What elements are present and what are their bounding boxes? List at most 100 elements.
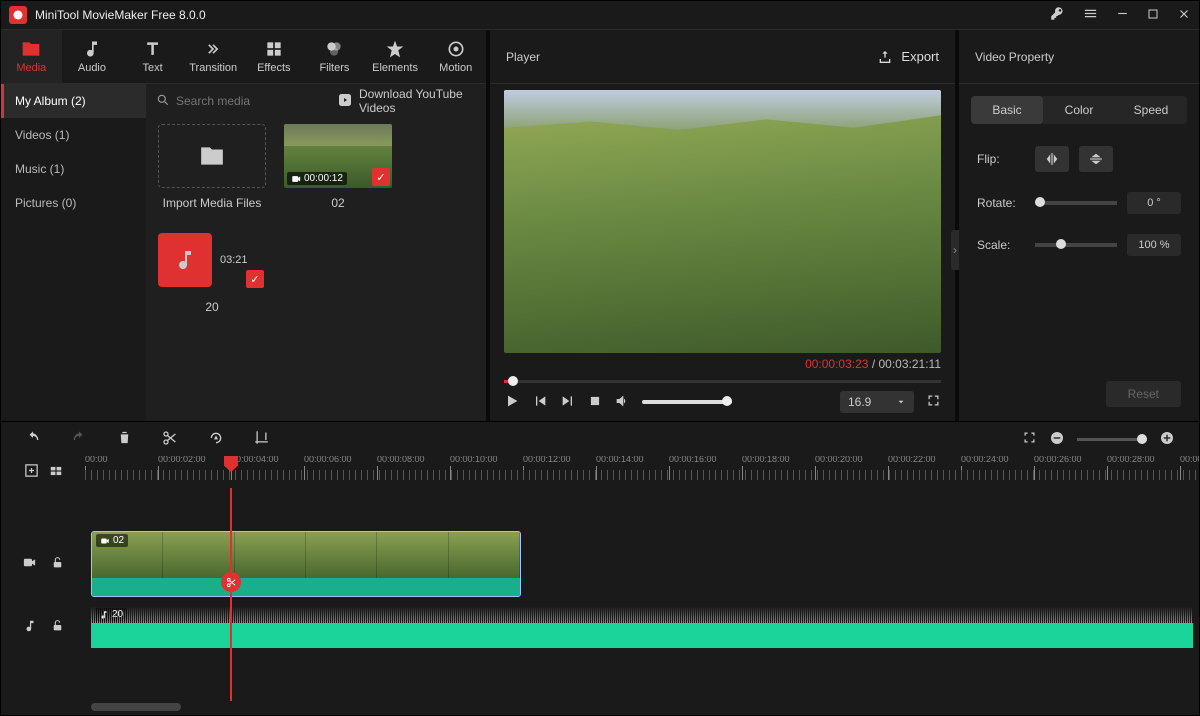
volume-icon[interactable] [614, 393, 630, 412]
prop-tab-basic[interactable]: Basic [971, 96, 1043, 124]
tab-audio[interactable]: Audio [62, 30, 123, 83]
menu-icon[interactable] [1083, 6, 1098, 24]
export-button[interactable]: Export [877, 49, 939, 65]
delete-icon[interactable] [117, 430, 132, 448]
album-videos[interactable]: Videos (1) [1, 118, 146, 152]
search-input[interactable] [176, 94, 331, 108]
flip-horizontal-button[interactable] [1035, 146, 1069, 172]
zoom-in-icon[interactable] [1159, 430, 1175, 449]
media-item-label: 02 [331, 196, 344, 210]
video-clip[interactable]: 02 [91, 531, 521, 597]
timeline-ruler[interactable]: 00:0000:00:02:0000:00:04:0000:00:06:0000… [85, 456, 1199, 488]
rotate-value[interactable]: 0 ° [1127, 192, 1181, 214]
lock-track-icon[interactable] [51, 619, 64, 635]
aspect-ratio-value: 16.9 [848, 395, 871, 409]
playhead[interactable] [230, 488, 232, 701]
tab-filters-label: Filters [319, 62, 349, 74]
stop-icon[interactable] [588, 394, 602, 411]
album-my-album[interactable]: My Album (2) [1, 84, 146, 118]
flip-vertical-button[interactable] [1079, 146, 1113, 172]
audio-thumb-icon [158, 233, 212, 287]
tab-transition-label: Transition [189, 62, 237, 74]
album-pictures[interactable]: Pictures (0) [1, 186, 146, 220]
video-track-icon [22, 555, 37, 573]
media-item-label: 20 [205, 300, 218, 314]
split-icon[interactable] [162, 430, 178, 449]
track-empty[interactable] [85, 488, 1199, 528]
scrub-bar[interactable] [504, 373, 941, 389]
export-label: Export [901, 49, 939, 64]
tab-motion[interactable]: Motion [425, 30, 486, 83]
clip-label: 02 [96, 534, 128, 547]
zoom-out-icon[interactable] [1049, 430, 1065, 449]
player-title: Player [506, 50, 877, 64]
video-preview[interactable] [504, 90, 941, 353]
time-total: 00:03:21:11 [878, 357, 941, 371]
tab-audio-label: Audio [78, 62, 106, 74]
media-item-used-icon: ✓ [372, 168, 390, 186]
album-list: My Album (2) Videos (1) Music (1) Pictur… [1, 84, 146, 421]
fullscreen-icon[interactable] [926, 393, 941, 411]
license-key-icon[interactable] [1050, 6, 1065, 24]
download-youtube-button[interactable]: Download YouTube Videos [337, 87, 476, 115]
zoom-fit-icon[interactable] [1022, 430, 1037, 448]
prev-frame-icon[interactable] [532, 393, 548, 412]
split-at-playhead-icon[interactable] [221, 572, 241, 592]
media-grid: Import Media Files 00:00:12 ✓ 02 [146, 118, 486, 421]
redo-icon[interactable] [71, 430, 87, 449]
lock-track-icon[interactable] [51, 556, 64, 572]
timeline-scrollbar[interactable] [91, 703, 181, 711]
scale-value[interactable]: 100 % [1127, 234, 1181, 256]
prop-tab-speed[interactable]: Speed [1115, 96, 1187, 124]
tab-effects-label: Effects [257, 62, 290, 74]
chevron-down-icon [896, 397, 906, 407]
add-track-icon[interactable] [24, 463, 39, 481]
tab-effects[interactable]: Effects [244, 30, 305, 83]
tab-text[interactable]: Text [122, 30, 183, 83]
scale-label: Scale: [977, 238, 1025, 252]
titlebar: MiniTool MovieMaker Free 8.0.0 [1, 1, 1199, 29]
import-media-label: Import Media Files [163, 196, 262, 210]
tab-transition[interactable]: Transition [183, 30, 244, 83]
tab-media-label: Media [16, 62, 46, 74]
next-frame-icon[interactable] [560, 393, 576, 412]
media-item-duration: 00:00:12 [287, 172, 347, 185]
media-item-duration: 03:21 [220, 254, 248, 266]
scale-slider[interactable] [1035, 243, 1117, 247]
track-manager-icon[interactable] [49, 464, 63, 481]
media-item-used-icon: ✓ [246, 270, 264, 288]
play-icon[interactable] [504, 393, 520, 412]
tab-text-label: Text [142, 62, 162, 74]
close-icon[interactable] [1177, 7, 1191, 24]
flip-label: Flip: [977, 152, 1025, 166]
audio-track[interactable]: 20 [85, 600, 1199, 654]
zoom-slider[interactable] [1077, 438, 1147, 441]
tab-elements-label: Elements [372, 62, 418, 74]
speed-icon[interactable] [208, 430, 224, 449]
tab-filters[interactable]: Filters [304, 30, 365, 83]
audio-clip[interactable]: 20 [91, 606, 1193, 648]
media-item-audio[interactable]: 03:21 ✓ [158, 228, 266, 292]
prop-tab-color[interactable]: Color [1043, 96, 1115, 124]
tab-media[interactable]: Media [1, 30, 62, 83]
video-track[interactable]: 02 [85, 528, 1199, 600]
aspect-ratio-select[interactable]: 16.9 [840, 391, 914, 413]
audio-track-icon [23, 619, 37, 636]
rotate-slider[interactable] [1035, 201, 1117, 205]
player-panel: Player Export 00:00:03:23 / 00:03:21:11 [490, 30, 955, 421]
undo-icon[interactable] [25, 430, 41, 449]
app-window: MiniTool MovieMaker Free 8.0.0 Media Aud… [0, 0, 1200, 716]
album-music[interactable]: Music (1) [1, 152, 146, 186]
timeline-panel: 00:0000:00:02:0000:00:04:0000:00:06:0000… [1, 421, 1199, 715]
media-item-video[interactable]: 00:00:12 ✓ [284, 124, 392, 188]
collapse-panel-icon[interactable]: › [951, 230, 959, 270]
minimize-icon[interactable] [1116, 7, 1129, 23]
crop-icon[interactable] [254, 430, 269, 448]
import-media-button[interactable] [158, 124, 266, 188]
maximize-icon[interactable] [1147, 8, 1159, 23]
app-logo [9, 6, 27, 24]
tab-elements[interactable]: Elements [365, 30, 426, 83]
volume-slider[interactable] [642, 400, 732, 404]
youtube-icon [337, 94, 353, 109]
reset-button[interactable]: Reset [1106, 381, 1181, 407]
